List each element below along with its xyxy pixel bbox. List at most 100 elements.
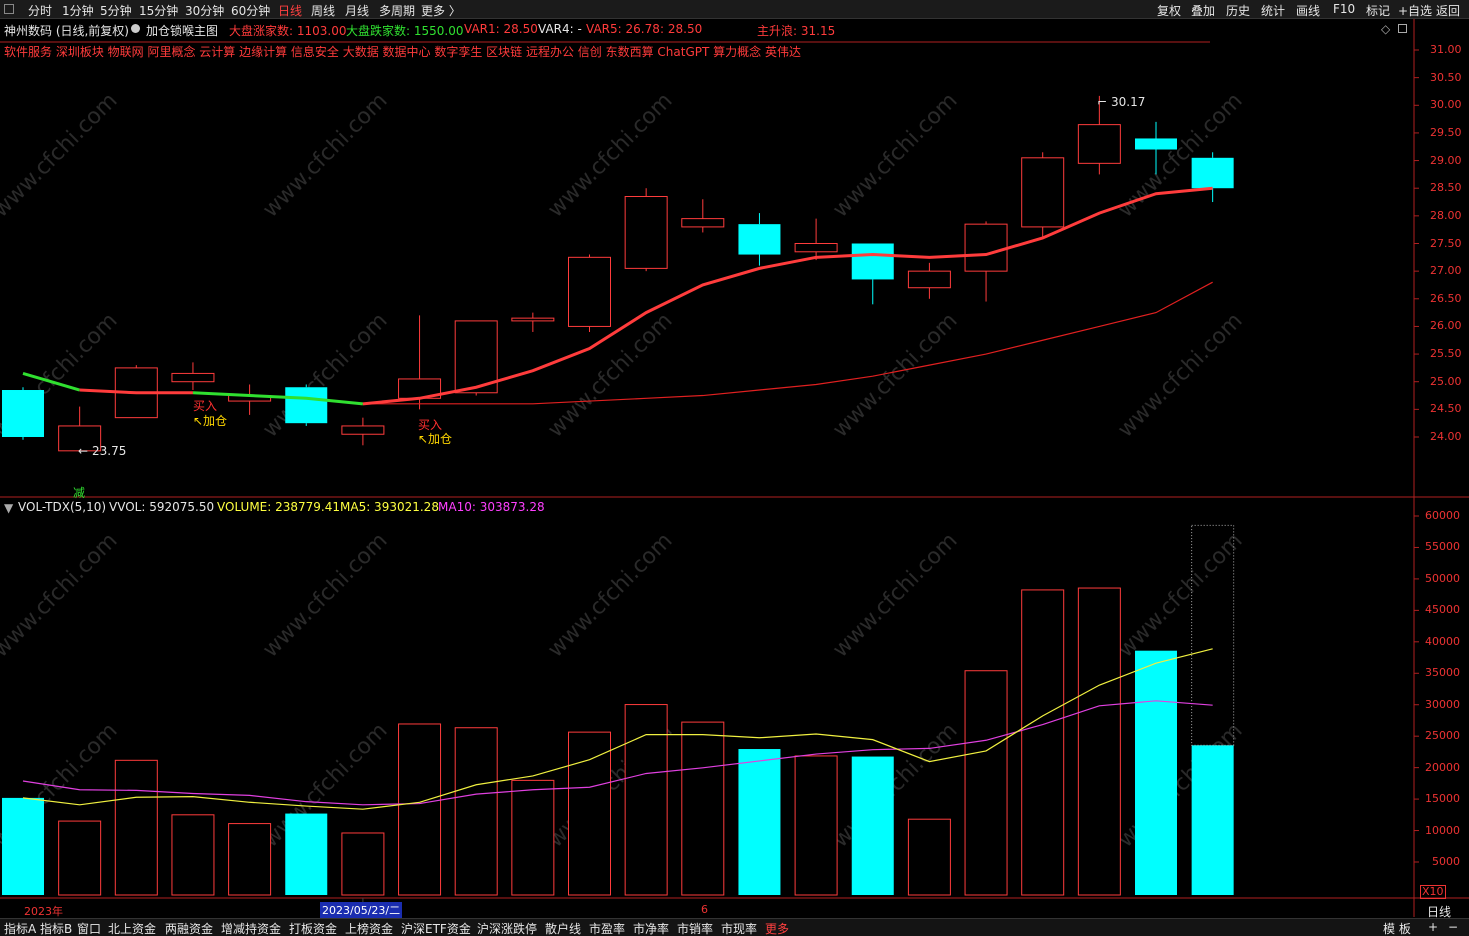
month-label: 6 xyxy=(701,903,708,916)
watermark-text: www.cfchi.com xyxy=(1113,528,1247,662)
volume-bar-up xyxy=(398,723,442,896)
price-tick-label: 24.50 xyxy=(1430,402,1462,416)
window-toggle-icon[interactable] xyxy=(1398,24,1407,33)
volume-bar-up xyxy=(794,755,838,896)
candle-body-up xyxy=(964,223,1008,272)
candle-body-up xyxy=(794,243,838,253)
volume-bar-up xyxy=(454,727,498,896)
volume-bar-down xyxy=(285,813,328,895)
tab-pcf[interactable]: 市现率 xyxy=(721,920,757,936)
candle-body-up xyxy=(624,196,668,269)
candle-body-up xyxy=(341,425,385,435)
volume-bar-down xyxy=(2,797,44,895)
tab-pe[interactable]: 市盈率 xyxy=(589,920,625,936)
low-marker-icon: ← xyxy=(78,444,89,458)
tab-more[interactable]: 更多 xyxy=(765,920,789,936)
volume-bar-up xyxy=(964,670,1008,896)
volume-tick-label: 30000 xyxy=(1425,697,1460,711)
high-price-label: 30.17 xyxy=(1111,95,1146,109)
tab-pb[interactable]: 市净率 xyxy=(633,920,669,936)
tab-margin[interactable]: 两融资金 xyxy=(165,920,213,936)
candle-body-down xyxy=(285,387,328,424)
watermark-text: www.cfchi.com xyxy=(0,528,123,662)
price-tick-label: 31.00 xyxy=(1430,43,1462,56)
candle-body-down xyxy=(1191,157,1234,189)
candle-body-up xyxy=(681,218,725,228)
volume-bar-up xyxy=(1077,587,1121,896)
tab-etf[interactable]: 沪深ETF资金 xyxy=(401,920,471,936)
candle-body-down xyxy=(738,224,781,255)
watermark-text: www.cfchi.com xyxy=(258,528,392,662)
tab-toplist[interactable]: 上榜资金 xyxy=(345,920,393,936)
watermark-text: www.cfchi.com xyxy=(543,528,677,662)
volume-bar-up xyxy=(511,779,555,896)
volume-unit-label: X10 xyxy=(1420,885,1446,899)
template-button[interactable]: 模 板 xyxy=(1383,920,1411,936)
zoom-out-button[interactable]: − xyxy=(1448,920,1458,934)
tab-northbound[interactable]: 北上资金 xyxy=(108,920,156,936)
tab-limitup[interactable]: 打板资金 xyxy=(289,920,337,936)
tab-indicator-b[interactable]: 指标B xyxy=(40,920,72,936)
indicator-tab-bar: 指标A 指标B 窗口 北上资金 两融资金 增减持资金 打板资金 上榜资金 沪深E… xyxy=(0,918,1469,936)
volume-tick-label: 25000 xyxy=(1425,729,1460,743)
tab-ps[interactable]: 市销率 xyxy=(677,920,713,936)
vvol-value: VVOL: 592075.50 xyxy=(109,500,215,514)
price-tick-label: 30.00 xyxy=(1430,98,1462,112)
watermark-text: www.cfchi.com xyxy=(258,88,392,222)
low-price-label: 23.75 xyxy=(92,444,127,458)
cursor-date-label: 2023/05/23/二 xyxy=(320,902,403,918)
volume-bar-up xyxy=(907,818,951,896)
volume-tick-label: 15000 xyxy=(1425,792,1460,806)
volume-tick-label: 5000 xyxy=(1432,855,1460,868)
diamond-icon[interactable]: ◇ xyxy=(1381,22,1390,36)
volume-indicator-name[interactable]: VOL-TDX(5,10) xyxy=(18,500,106,514)
volume-bar-up xyxy=(624,704,668,896)
volume-tick-label: 55000 xyxy=(1425,540,1460,554)
volume-tick-label: 10000 xyxy=(1425,823,1460,837)
candle-body-up xyxy=(171,372,215,383)
price-tick-label: 29.50 xyxy=(1430,125,1462,139)
volume-bar-up xyxy=(228,823,272,896)
tab-holdings[interactable]: 增减持资金 xyxy=(221,920,281,936)
vol-ma5-value: MA5: 393021.28 xyxy=(340,500,439,514)
watermark-text: www.cfchi.com xyxy=(0,88,123,222)
volume-bar-up xyxy=(1021,589,1065,896)
tab-window[interactable]: 窗口 xyxy=(77,920,101,936)
watermark-text: www.cfchi.com xyxy=(543,308,677,442)
volume-bar-up xyxy=(341,832,385,896)
watermark-text: www.cfchi.com xyxy=(1113,308,1247,442)
volume-bar-down xyxy=(1191,745,1234,895)
price-tick-label: 25.00 xyxy=(1430,374,1462,388)
volume-tick-label: 45000 xyxy=(1425,603,1460,617)
volume-tick-label: 60000 xyxy=(1425,509,1460,522)
candle-body-up xyxy=(1021,157,1065,228)
price-tick-label: 27.00 xyxy=(1430,264,1462,278)
candle-body-down xyxy=(1135,138,1177,150)
kline-chart[interactable]: www.cfchi.com www.cfchi.com www.cfchi.com w… xyxy=(0,0,1469,917)
add-signal-2: ↖加仓 xyxy=(418,432,453,446)
price-tick-label: 30.50 xyxy=(1430,70,1462,84)
price-tick-label: 27.50 xyxy=(1430,236,1462,250)
reduce-signal: 减 xyxy=(73,486,86,500)
price-tick-label: 25.50 xyxy=(1430,347,1462,361)
tab-retail[interactable]: 散户线 xyxy=(545,920,581,936)
volume-menu-icon[interactable]: ▼ xyxy=(4,501,13,515)
price-tick-label: 26.50 xyxy=(1430,291,1462,305)
volume-bar-down xyxy=(851,756,894,895)
volume-tick-label: 35000 xyxy=(1425,666,1460,680)
year-label: 2023年 xyxy=(24,905,63,918)
vol-ma10-value: MA10: 303873.28 xyxy=(438,500,545,514)
tab-indicator-a[interactable]: 指标A xyxy=(4,920,36,936)
candle-body-down xyxy=(2,390,44,437)
tab-updown[interactable]: 沪深涨跌停 xyxy=(477,920,537,936)
volume-value: VOLUME: 238779.41 xyxy=(217,500,340,514)
volume-bar-down xyxy=(738,749,781,895)
volume-bar-up xyxy=(171,814,215,896)
candle-body-down xyxy=(851,243,894,280)
volume-bar-up xyxy=(114,759,158,896)
watermark-text: www.cfchi.com xyxy=(828,308,962,442)
price-tick-label: 29.00 xyxy=(1430,153,1462,167)
price-tick-label: 26.00 xyxy=(1430,319,1462,333)
zoom-in-button[interactable]: + xyxy=(1428,920,1438,934)
candle-body-up xyxy=(568,256,611,327)
